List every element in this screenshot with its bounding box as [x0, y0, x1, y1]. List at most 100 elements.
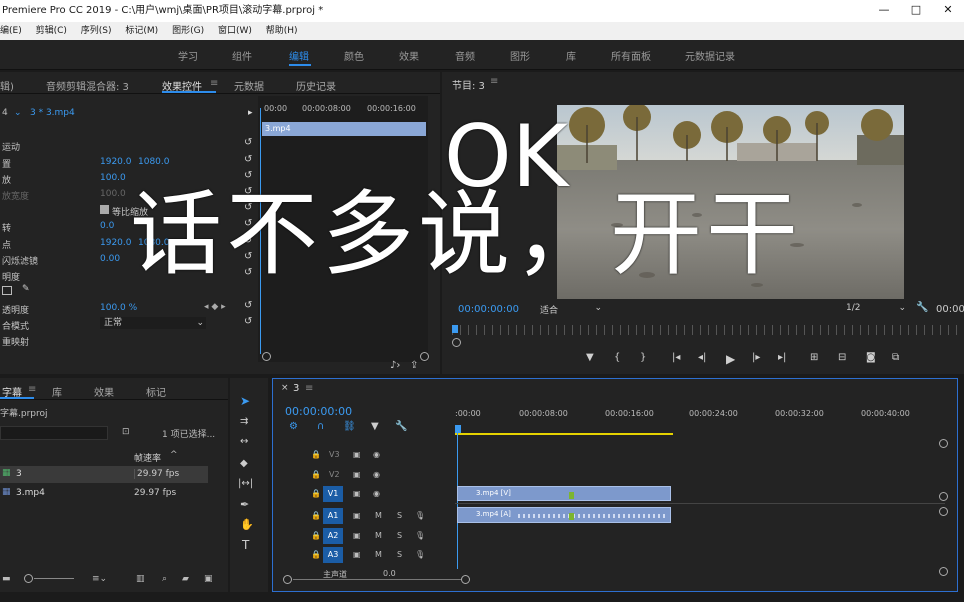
- project-item-row[interactable]: ▦ 3 29.97 fps: [0, 466, 208, 483]
- ripple-edit-icon[interactable]: ↔: [240, 436, 248, 447]
- export-icon[interactable]: ⇪: [410, 360, 418, 371]
- uniform-scale-checkbox[interactable]: [100, 205, 109, 214]
- tab-libraries[interactable]: 库: [52, 384, 62, 399]
- menu-window[interactable]: 窗口(W): [218, 26, 252, 36]
- menu-lines-icon[interactable]: ≡: [210, 78, 218, 89]
- wrench-icon[interactable]: 🔧: [916, 302, 928, 313]
- program-playhead[interactable]: [452, 325, 458, 333]
- workspace-effects[interactable]: 效果: [399, 48, 419, 63]
- effect-row-position[interactable]: 置 1920.0 1080.0 ↺: [0, 154, 258, 170]
- new-bin-icon[interactable]: ▰: [182, 574, 189, 584]
- zoom-slider-track[interactable]: [34, 578, 74, 579]
- fit-select[interactable]: 适合 ⌄: [540, 303, 602, 317]
- razor-icon[interactable]: ◆: [240, 458, 248, 469]
- menu-lines-icon[interactable]: ≡: [28, 384, 36, 395]
- close-button[interactable]: ✕: [932, 0, 964, 22]
- timeline-timecode[interactable]: 00:00:00:00: [285, 405, 352, 418]
- sort-up-icon[interactable]: ^: [170, 450, 178, 460]
- work-area-bar[interactable]: [455, 433, 673, 435]
- pen-icon[interactable]: ✎: [22, 284, 30, 294]
- camera-icon[interactable]: ◙: [866, 352, 876, 363]
- play-icon[interactable]: ▶: [726, 352, 735, 366]
- target-v1[interactable]: V1: [323, 486, 343, 502]
- maximize-button[interactable]: □: [900, 0, 932, 22]
- automate-icon[interactable]: ▥: [136, 574, 145, 584]
- tab-history[interactable]: 历史记录: [296, 78, 336, 93]
- close-tab-icon[interactable]: ×: [281, 383, 289, 393]
- program-timecode[interactable]: 00:00:00:00: [458, 304, 519, 315]
- search-icon[interactable]: ⌕: [162, 574, 167, 584]
- snap-icon[interactable]: ∩: [317, 421, 324, 432]
- tab-source[interactable]: 辑): [0, 78, 14, 93]
- effect-row-blend-mode[interactable]: 合模式 正常 ⌄ ↺: [0, 316, 258, 332]
- project-search-input[interactable]: [0, 426, 108, 440]
- mark-in-icon[interactable]: {: [614, 352, 620, 363]
- effect-row-time-remap[interactable]: 重映射: [0, 332, 258, 348]
- source-selector[interactable]: 4 ⌄ 3 * 3.mp4 ▸: [0, 106, 258, 122]
- add-marker-icon[interactable]: ▼: [371, 421, 379, 432]
- selection-tool-icon[interactable]: ➤: [240, 394, 250, 408]
- tab-audio-mixer[interactable]: 音频剪辑混合器: 3: [46, 78, 129, 93]
- track-a1[interactable]: 🔒 A1 ▣ M S 🎙: [273, 507, 455, 525]
- ec-zoom-handle-right[interactable]: [420, 352, 429, 361]
- menu-edit[interactable]: 编(E): [0, 26, 22, 36]
- menu-lines-icon[interactable]: ≡: [490, 76, 498, 87]
- workspace-metadata[interactable]: 元数据记录: [685, 48, 735, 63]
- play-triangle-icon[interactable]: ▸: [248, 108, 253, 118]
- track-select-icon[interactable]: ⇉: [240, 416, 248, 427]
- lift-icon[interactable]: ⊞: [810, 352, 818, 363]
- minimize-button[interactable]: —: [868, 0, 900, 22]
- timeline-playhead-head[interactable]: [455, 425, 461, 433]
- track-a3[interactable]: 🔒 A3 ▣ M S 🎙: [273, 546, 455, 564]
- audio-icon[interactable]: ♪›: [390, 360, 400, 371]
- workspace-assembly[interactable]: 组件: [232, 48, 252, 63]
- workspace-graphics[interactable]: 图形: [510, 48, 530, 63]
- compare-icon[interactable]: ⧉: [892, 352, 899, 363]
- target-a2[interactable]: A2: [323, 528, 343, 544]
- settings-wrench-icon[interactable]: 🔧: [395, 421, 407, 432]
- workspace-learn[interactable]: 学习: [178, 48, 198, 63]
- track-v2[interactable]: 🔒 V2 ▣ ◉: [273, 466, 455, 484]
- tab-effects[interactable]: 效果: [94, 384, 114, 399]
- program-ruler[interactable]: [452, 325, 964, 335]
- resolution-select[interactable]: 1/2 ⌄: [846, 303, 906, 317]
- go-to-in-icon[interactable]: |◂: [672, 352, 680, 363]
- a-scroll-handle[interactable]: [939, 507, 948, 516]
- mark-out-icon[interactable]: }: [640, 352, 646, 363]
- menu-clip[interactable]: 剪辑(C): [36, 26, 67, 36]
- timeline-ruler[interactable]: :00:00 00:00:08:00 00:00:16:00 00:00:24:…: [455, 409, 945, 421]
- track-v1[interactable]: 🔒 V1 ▣ ◉: [273, 485, 455, 503]
- project-item-row[interactable]: ▦ 3.mp4 29.97 fps: [0, 485, 208, 502]
- menu-lines-icon[interactable]: ≡: [305, 383, 313, 394]
- step-back-icon[interactable]: ◂|: [698, 352, 706, 363]
- track-a2[interactable]: 🔒 A2 ▣ M S 🎙: [273, 527, 455, 545]
- h-scroll-track[interactable]: [293, 579, 461, 580]
- rectangle-mask-icon[interactable]: [2, 286, 12, 295]
- list-view-icon[interactable]: ▬: [2, 574, 11, 584]
- step-forward-icon[interactable]: |▸: [752, 352, 760, 363]
- workspace-libraries[interactable]: 库: [566, 48, 576, 63]
- sort-icon[interactable]: ≡⌄: [92, 574, 107, 584]
- target-a1[interactable]: A1: [323, 508, 343, 524]
- bin-icon[interactable]: ⊡: [122, 427, 130, 437]
- hand-tool-icon[interactable]: ✋: [240, 518, 254, 531]
- v-scroll-handle[interactable]: [939, 439, 948, 448]
- extract-icon[interactable]: ⊟: [838, 352, 846, 363]
- v-scroll-handle[interactable]: [939, 492, 948, 501]
- workspace-color[interactable]: 颜色: [344, 48, 364, 63]
- effect-row-motion[interactable]: 运动 ↺: [0, 137, 258, 153]
- zoom-slider-handle[interactable]: [24, 574, 33, 583]
- linked-selection-icon[interactable]: ⛓: [343, 421, 356, 432]
- keyframe-nav-icon[interactable]: ◂ ◆ ▸: [204, 302, 226, 312]
- menu-help[interactable]: 帮助(H): [266, 26, 298, 36]
- workspace-all-panels[interactable]: 所有面板: [611, 48, 651, 63]
- menu-graphics[interactable]: 图形(G): [172, 26, 204, 36]
- track-v3[interactable]: 🔒 V3 ▣ ◉: [273, 446, 455, 464]
- menu-marker[interactable]: 标记(M): [125, 26, 158, 36]
- workspace-editing[interactable]: 编辑: [289, 48, 309, 63]
- slip-tool-icon[interactable]: |↔|: [238, 478, 253, 489]
- column-frame-rate[interactable]: 帧速率: [134, 451, 161, 464]
- add-marker-icon[interactable]: ▼: [586, 352, 594, 363]
- timeline-playhead-line[interactable]: [457, 433, 458, 569]
- nest-icon[interactable]: ⚙: [289, 421, 298, 432]
